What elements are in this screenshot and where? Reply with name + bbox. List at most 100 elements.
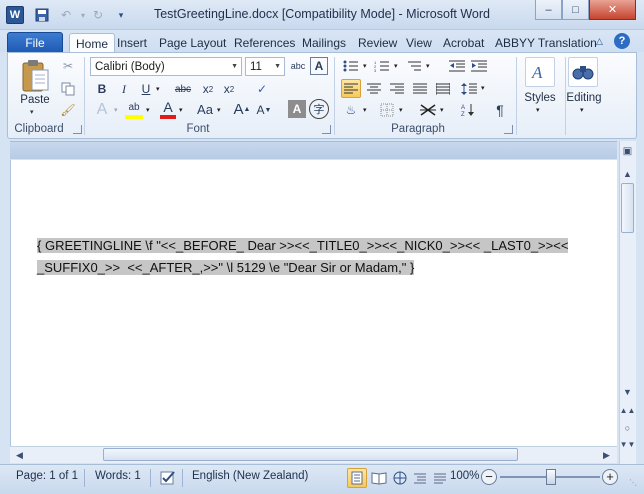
zoom-level[interactable]: 100% bbox=[450, 470, 479, 482]
format-painter-icon[interactable]: 🖌 bbox=[59, 101, 77, 119]
tab-page-layout[interactable]: Page Layout bbox=[153, 33, 232, 53]
text-effects-dropdown-icon[interactable]: ▾ bbox=[114, 106, 118, 114]
styles-button[interactable]: Styles bbox=[518, 92, 562, 104]
styles-icon[interactable]: A bbox=[525, 57, 555, 87]
clear-formatting-icon[interactable]: A bbox=[310, 57, 328, 75]
bullets-dropdown-icon[interactable]: ▾ bbox=[363, 62, 367, 70]
zoom-slider-thumb[interactable] bbox=[546, 469, 556, 485]
font-size-change-icon[interactable]: Aa bbox=[194, 100, 216, 118]
clipboard-dialog-launcher-icon[interactable] bbox=[73, 125, 82, 134]
zoom-in-button[interactable]: + bbox=[602, 469, 618, 485]
cut-icon[interactable]: ✂ bbox=[59, 57, 77, 75]
full-screen-reading-icon[interactable] bbox=[370, 469, 388, 487]
decrease-indent-icon[interactable] bbox=[448, 57, 466, 75]
text-effects-icon[interactable]: A bbox=[93, 101, 111, 119]
word-count[interactable]: Words: 1 bbox=[95, 470, 141, 482]
outline-view-icon[interactable] bbox=[411, 469, 429, 487]
line-spacing-icon[interactable] bbox=[459, 79, 479, 98]
change-case-dropdown-icon[interactable]: ▾ bbox=[217, 106, 221, 114]
resize-grip-icon[interactable]: ⋱ bbox=[629, 478, 639, 488]
strikethrough-icon[interactable]: abc bbox=[172, 80, 194, 98]
align-left-icon[interactable] bbox=[341, 79, 361, 98]
numbering-icon[interactable]: 123 bbox=[372, 57, 392, 75]
underline-dropdown-icon[interactable]: ▾ bbox=[156, 85, 160, 93]
page-count[interactable]: Page: 1 of 1 bbox=[16, 470, 78, 482]
distributed-icon[interactable] bbox=[433, 79, 453, 98]
print-layout-view-button[interactable] bbox=[347, 468, 367, 488]
show-formatting-marks-icon[interactable]: ¶ bbox=[491, 100, 509, 119]
editing-dropdown-icon[interactable]: ▾ bbox=[580, 106, 584, 114]
subscript-icon[interactable]: x2 bbox=[199, 80, 217, 98]
bold-icon[interactable]: B bbox=[94, 80, 110, 98]
grow-font-icon[interactable]: A ▲ bbox=[233, 99, 251, 119]
scroll-right-icon[interactable]: ▶ bbox=[599, 448, 614, 463]
underline-icon[interactable]: U bbox=[138, 80, 154, 98]
editing-button[interactable]: Editing bbox=[562, 92, 606, 104]
change-case-icon[interactable]: abc bbox=[290, 55, 306, 77]
increase-indent-icon[interactable] bbox=[470, 57, 488, 75]
scroll-down-icon[interactable]: ▼ bbox=[620, 384, 635, 399]
highlight-icon[interactable]: ab bbox=[125, 99, 143, 119]
character-shading-icon[interactable]: A bbox=[288, 100, 306, 118]
tab-review[interactable]: Review bbox=[352, 33, 403, 53]
copy-icon[interactable] bbox=[59, 80, 77, 98]
font-dialog-launcher-icon[interactable] bbox=[322, 125, 331, 134]
font-size-combo[interactable]: 11 ▼ bbox=[245, 57, 285, 76]
draft-view-icon[interactable] bbox=[431, 469, 449, 487]
shading-icon[interactable]: ♨ bbox=[341, 100, 361, 119]
align-right-icon[interactable] bbox=[387, 79, 407, 98]
field-code-line-2[interactable]: _SUFFIX0_>> <<_AFTER_,>>" \l 5129 \e "De… bbox=[37, 260, 415, 275]
tab-mailings[interactable]: Mailings bbox=[296, 33, 352, 53]
multilevel-list-dropdown-icon[interactable]: ▾ bbox=[426, 62, 430, 70]
proofing-icon[interactable]: ✓ bbox=[252, 79, 272, 99]
font-color-icon[interactable]: A bbox=[160, 99, 176, 119]
paste-button[interactable]: Paste bbox=[16, 94, 54, 106]
highlight-dropdown-icon[interactable]: ▾ bbox=[146, 106, 150, 114]
numbering-dropdown-icon[interactable]: ▾ bbox=[394, 62, 398, 70]
scroll-left-icon[interactable]: ◀ bbox=[12, 448, 27, 463]
select-browse-object-icon[interactable]: ○ bbox=[620, 420, 635, 435]
borders-icon[interactable] bbox=[377, 100, 397, 119]
tab-view[interactable]: View bbox=[400, 33, 438, 53]
italic-icon[interactable]: I bbox=[116, 80, 132, 98]
superscript-icon[interactable]: x2 bbox=[220, 80, 238, 98]
previous-page-icon[interactable]: ▲▲ bbox=[620, 403, 636, 418]
justify-icon[interactable] bbox=[410, 79, 430, 98]
tab-abbyy-translation[interactable]: ABBYY Translation bbox=[489, 33, 603, 53]
minimize-button[interactable]: – bbox=[535, 0, 562, 20]
tab-insert[interactable]: Insert bbox=[111, 33, 153, 53]
next-page-icon[interactable]: ▼▼ bbox=[620, 437, 636, 452]
font-color-dropdown-icon[interactable]: ▾ bbox=[179, 106, 183, 114]
font-name-combo[interactable]: Calibri (Body) ▼ bbox=[90, 57, 242, 76]
proofing-status-icon[interactable] bbox=[159, 469, 177, 487]
minimize-ribbon-icon[interactable]: △ bbox=[596, 36, 603, 47]
help-icon[interactable]: ? bbox=[614, 33, 630, 49]
binoculars-icon[interactable] bbox=[568, 57, 598, 87]
asian-layout-icon[interactable] bbox=[418, 100, 438, 119]
shrink-font-icon[interactable]: A ▼ bbox=[255, 101, 273, 119]
tab-acrobat[interactable]: Acrobat bbox=[437, 33, 490, 53]
align-center-icon[interactable] bbox=[364, 79, 384, 98]
scroll-up-icon[interactable]: ▲ bbox=[620, 166, 635, 181]
styles-dropdown-icon[interactable]: ▾ bbox=[536, 106, 540, 114]
vertical-scroll-thumb[interactable] bbox=[621, 183, 634, 233]
web-layout-icon[interactable] bbox=[391, 469, 409, 487]
tab-references[interactable]: References bbox=[228, 33, 301, 53]
tab-home[interactable]: Home bbox=[69, 33, 116, 53]
line-spacing-dropdown-icon[interactable]: ▾ bbox=[481, 84, 485, 92]
close-button[interactable]: ✕ bbox=[589, 0, 636, 20]
shading-dropdown-icon[interactable]: ▾ bbox=[363, 106, 367, 114]
asian-layout-dropdown-icon[interactable]: ▾ bbox=[440, 106, 444, 114]
view-ruler-icon[interactable]: ▣ bbox=[620, 144, 635, 159]
maximize-button[interactable]: □ bbox=[562, 0, 589, 20]
field-code-line-1[interactable]: { GREETINGLINE \f "<<_BEFORE_ Dear >><<_… bbox=[37, 238, 569, 253]
zoom-out-button[interactable]: − bbox=[481, 469, 497, 485]
enclose-characters-icon[interactable]: 字 bbox=[309, 99, 329, 119]
multilevel-list-icon[interactable] bbox=[404, 57, 424, 75]
document-page[interactable]: { GREETINGLINE \f "<<_BEFORE_ Dear >><<_… bbox=[10, 160, 617, 446]
paste-dropdown-icon[interactable]: ▾ bbox=[30, 108, 34, 116]
language-indicator[interactable]: English (New Zealand) bbox=[192, 470, 308, 482]
tab-file[interactable]: File bbox=[7, 32, 63, 53]
paragraph-dialog-launcher-icon[interactable] bbox=[504, 125, 513, 134]
borders-dropdown-icon[interactable]: ▾ bbox=[399, 106, 403, 114]
